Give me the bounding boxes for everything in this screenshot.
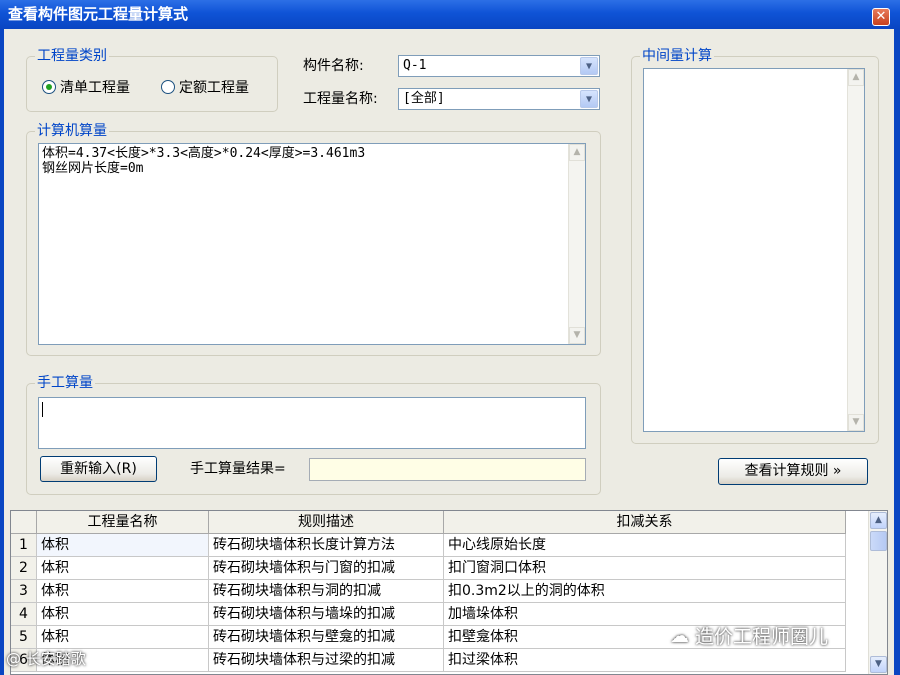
radio-bill-quantity[interactable]: 清单工程量 — [42, 77, 130, 97]
calc-line: 钢丝网片长度=0m — [42, 161, 144, 176]
computer-calc-textarea[interactable]: 体积=4.37<长度>*3.3<高度>*0.24<厚度>=3.461m3 钢丝网… — [38, 143, 586, 345]
cell-quantity-name[interactable]: 体积 — [37, 557, 209, 580]
watermark: ☁ 造价工程师圈儿 — [670, 622, 828, 649]
window-border-left — [0, 29, 4, 675]
table-scrollbar[interactable]: ▲ ▼ — [868, 511, 887, 674]
table-row[interactable]: 6 体积 砖石砌块墙体积与过梁的扣减 扣过梁体积 — [11, 649, 846, 672]
scrollbar[interactable]: ▲ ▼ — [847, 69, 864, 431]
row-index: 1 — [11, 534, 37, 557]
component-name-select[interactable]: Q-1 ▼ — [398, 55, 600, 77]
cell-rule[interactable]: 砖石砌块墙体积与壁龛的扣减 — [209, 626, 444, 649]
scroll-thumb[interactable] — [870, 531, 887, 551]
radio-quota-label: 定额工程量 — [179, 80, 249, 96]
manual-result-label: 手工算量结果= — [190, 461, 286, 477]
table-row[interactable]: 1 体积 砖石砌块墙体积长度计算方法 中心线原始长度 — [11, 534, 846, 557]
window-title: 查看构件图元工程量计算式 — [8, 5, 189, 23]
scroll-up-icon[interactable]: ▲ — [870, 512, 887, 529]
reenter-button[interactable]: 重新输入(R) — [40, 456, 157, 482]
calc-line: 体积=4.37<长度>*3.3<高度>*0.24<厚度>=3.461m3 — [42, 146, 366, 161]
quantity-name-select[interactable]: [全部] ▼ — [398, 88, 600, 110]
intermediate-calc-textarea[interactable]: ▲ ▼ — [643, 68, 865, 432]
scrollbar[interactable]: ▲ ▼ — [568, 144, 585, 344]
rules-table: 工程量名称 规则描述 扣减关系 1 体积 砖石砌块墙体积长度计算方法 中心线原始… — [10, 510, 888, 675]
cell-deduction[interactable]: 扣门窗洞口体积 — [444, 557, 846, 580]
cell-deduction[interactable]: 扣过梁体积 — [444, 649, 846, 672]
cell-rule[interactable]: 砖石砌块墙体积长度计算方法 — [209, 534, 444, 557]
table-row[interactable]: 2 体积 砖石砌块墙体积与门窗的扣减 扣门窗洞口体积 — [11, 557, 846, 580]
header-rule-description[interactable]: 规则描述 — [209, 511, 444, 534]
watermark-left: @ 长安踏歌 — [6, 650, 86, 668]
cell-rule[interactable]: 砖石砌块墙体积与洞的扣减 — [209, 580, 444, 603]
header-index — [11, 511, 37, 534]
cell-quantity-name[interactable]: 体积 — [37, 534, 209, 557]
cell-quantity-name[interactable]: 体积 — [37, 626, 209, 649]
radio-quota-quantity[interactable]: 定额工程量 — [161, 77, 249, 97]
chevron-down-icon[interactable]: ▼ — [580, 57, 598, 75]
cell-deduction[interactable]: 中心线原始长度 — [444, 534, 846, 557]
view-rules-button[interactable]: 查看计算规则 » — [718, 458, 868, 485]
wechat-icon: ☁ — [670, 624, 689, 647]
window-border-right — [894, 29, 900, 675]
intermediate-calc-title: 中间量计算 — [640, 47, 714, 65]
manual-calc-input[interactable] — [38, 397, 586, 449]
chevron-down-icon[interactable]: ▼ — [580, 90, 598, 108]
quantity-type-title: 工程量类别 — [35, 47, 109, 65]
row-index: 4 — [11, 603, 37, 626]
title-bar[interactable]: 查看构件图元工程量计算式 — [0, 0, 900, 29]
cell-deduction[interactable]: 扣0.3m2以上的洞的体积 — [444, 580, 846, 603]
cell-quantity-name[interactable]: 体积 — [37, 580, 209, 603]
radio-unchecked-icon — [161, 80, 175, 94]
quantity-name-label: 工程量名称: — [303, 91, 378, 107]
header-deduction[interactable]: 扣减关系 — [444, 511, 846, 534]
row-index: 3 — [11, 580, 37, 603]
watermark-text: 造价工程师圈儿 — [695, 626, 829, 648]
cell-quantity-name[interactable]: 体积 — [37, 603, 209, 626]
header-quantity-name[interactable]: 工程量名称 — [37, 511, 209, 534]
manual-result-field — [309, 458, 586, 481]
text-cursor — [42, 402, 43, 417]
close-button[interactable]: ✕ — [872, 8, 890, 26]
quantity-name-value: [全部] — [403, 91, 445, 106]
cell-rule[interactable]: 砖石砌块墙体积与过梁的扣减 — [209, 649, 444, 672]
cell-rule[interactable]: 砖石砌块墙体积与墙垛的扣减 — [209, 603, 444, 626]
computer-calc-title: 计算机算量 — [35, 122, 109, 140]
component-name-label: 构件名称: — [303, 58, 364, 74]
scroll-down-icon[interactable]: ▼ — [848, 414, 864, 431]
quantity-type-group: 工程量类别 清单工程量 定额工程量 — [26, 47, 278, 112]
radio-checked-icon — [42, 80, 56, 94]
radio-bill-label: 清单工程量 — [60, 80, 130, 96]
cell-rule[interactable]: 砖石砌块墙体积与门窗的扣减 — [209, 557, 444, 580]
manual-calc-title: 手工算量 — [35, 374, 95, 392]
scroll-up-icon[interactable]: ▲ — [848, 69, 864, 86]
scroll-down-icon[interactable]: ▼ — [569, 327, 585, 344]
table-header: 工程量名称 规则描述 扣减关系 — [11, 511, 846, 534]
table-row[interactable]: 3 体积 砖石砌块墙体积与洞的扣减 扣0.3m2以上的洞的体积 — [11, 580, 846, 603]
scroll-down-icon[interactable]: ▼ — [870, 656, 887, 673]
row-index: 5 — [11, 626, 37, 649]
row-index: 2 — [11, 557, 37, 580]
scroll-up-icon[interactable]: ▲ — [569, 144, 585, 161]
calc-dialog: 查看构件图元工程量计算式 ✕ 工程量类别 清单工程量 定额工程量 构件名称: Q… — [0, 0, 900, 675]
component-name-value: Q-1 — [403, 58, 427, 73]
